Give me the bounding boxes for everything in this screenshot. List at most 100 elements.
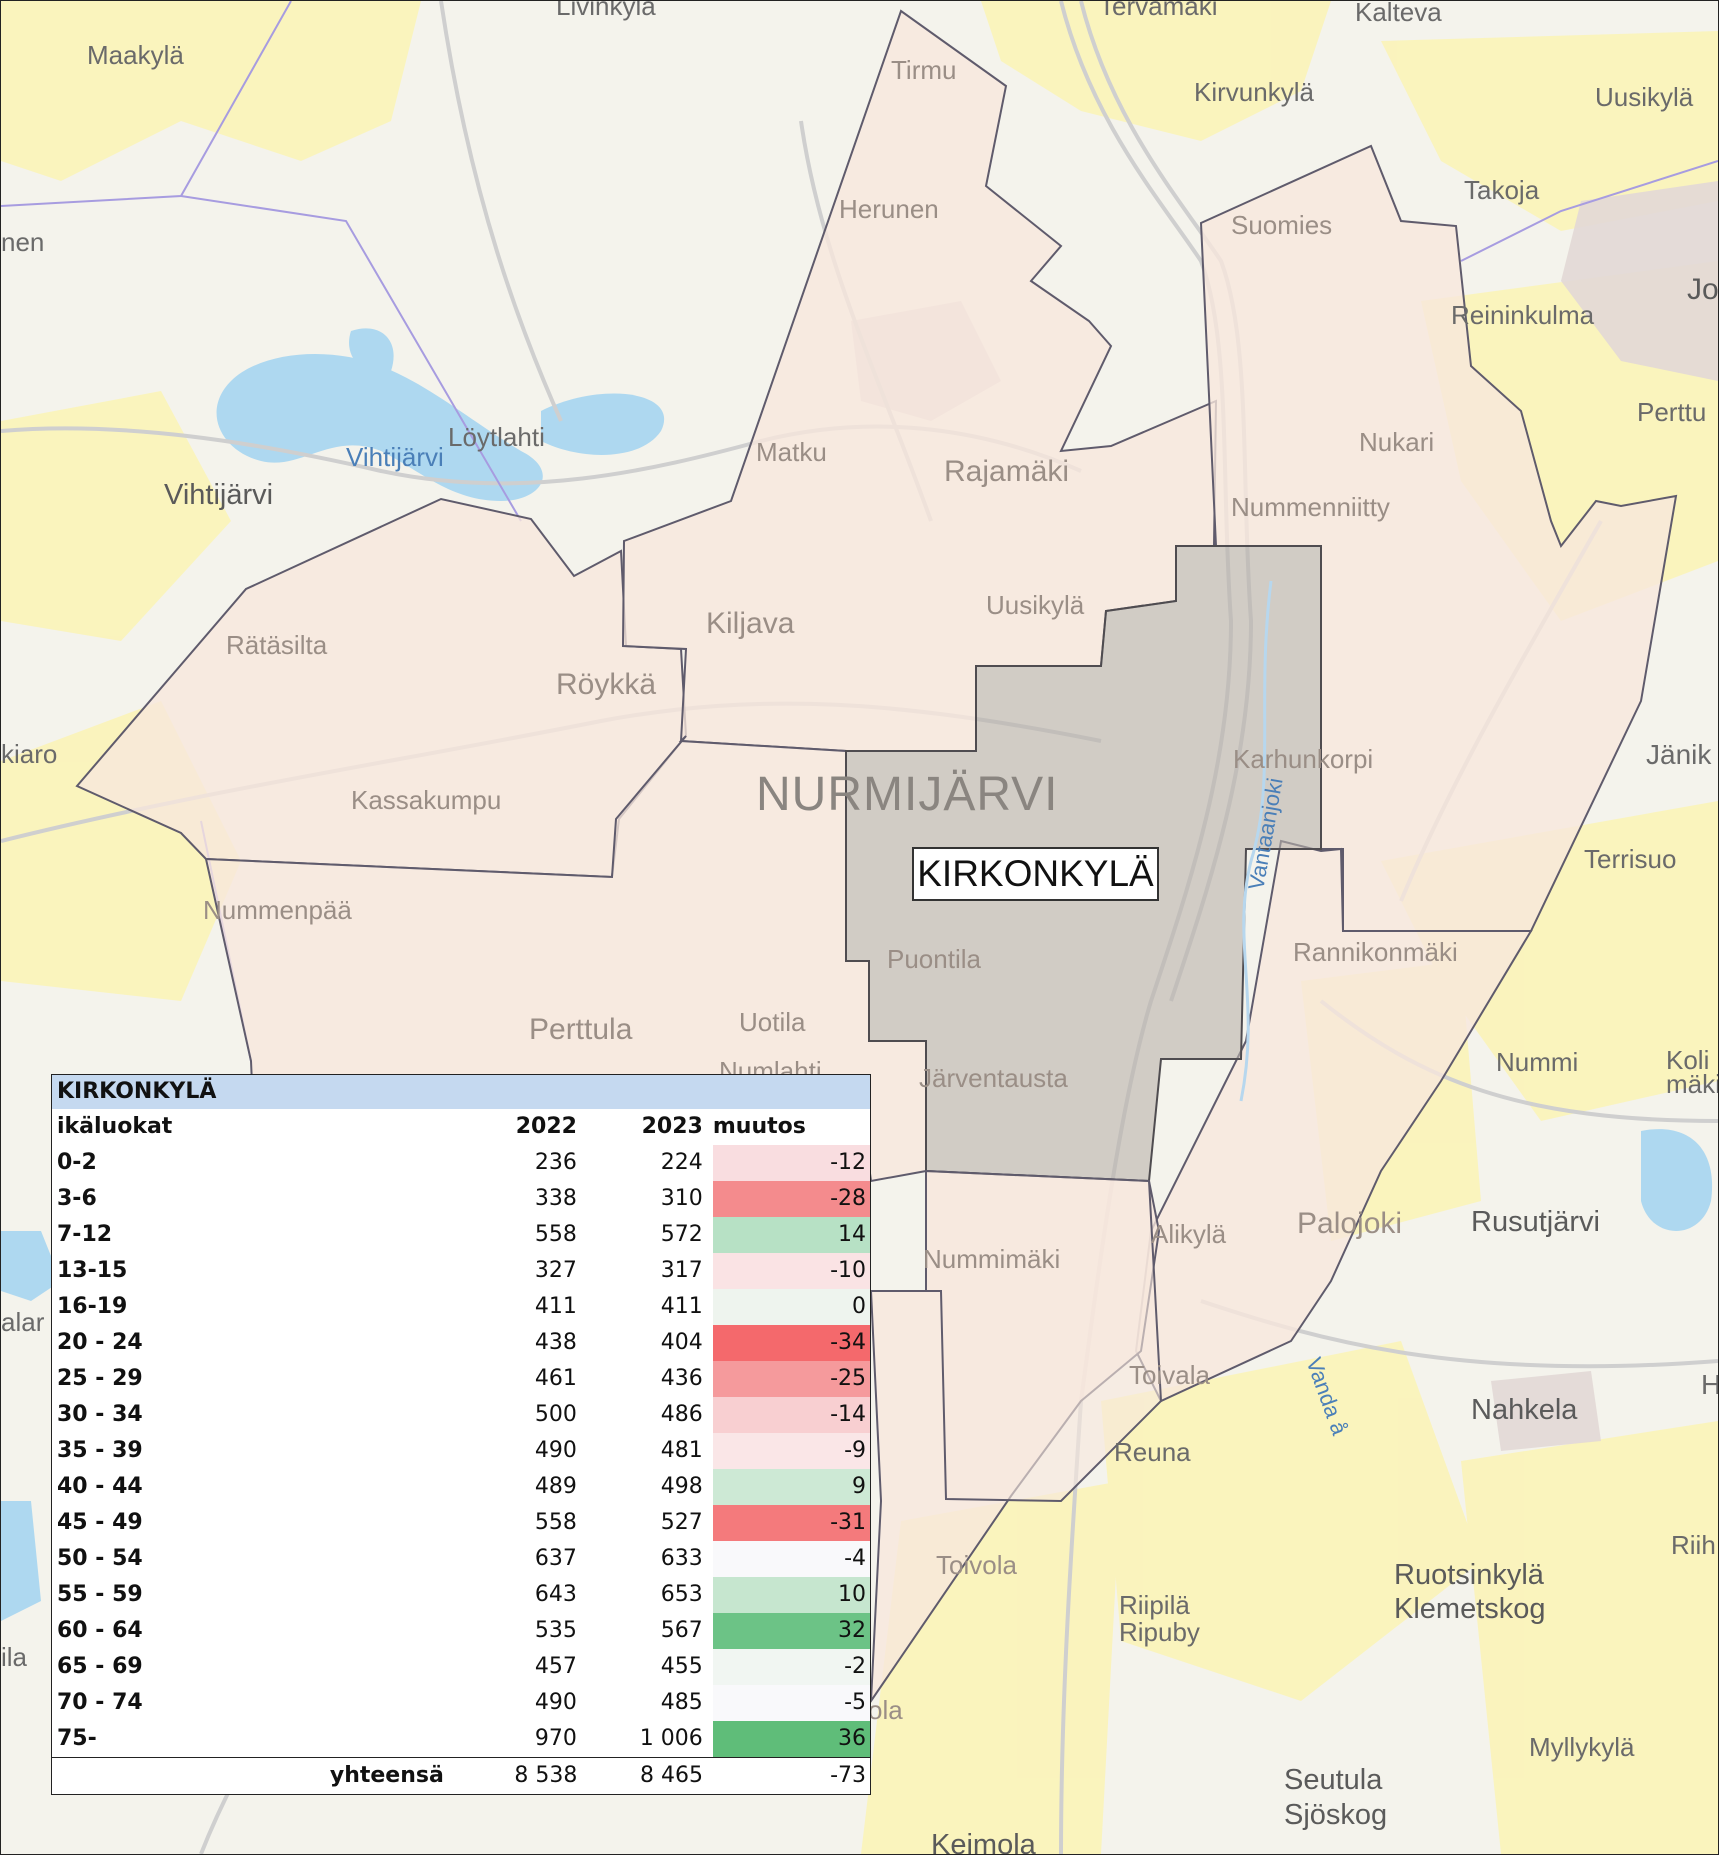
cell-2023: 485 bbox=[660, 1690, 703, 1715]
place-vihtijarvi: Vihtijärvi bbox=[164, 479, 273, 511]
cell-2023: 310 bbox=[660, 1186, 703, 1211]
table-body: 0-2 236 224 -12 3-6 338 310 -28 7-12 558 572 14 13-1… bbox=[52, 1145, 870, 1757]
cell-2022: 490 bbox=[534, 1438, 577, 1463]
cell-2022: 457 bbox=[534, 1654, 577, 1679]
place-jarventausta: Järventausta bbox=[919, 1063, 1068, 1093]
place-ripuby: Ripuby bbox=[1119, 1617, 1200, 1647]
place-perttu: Perttu bbox=[1637, 397, 1706, 427]
table-row: 55 - 59 643 653 10 bbox=[52, 1577, 870, 1613]
place-myllykyla: Myllykylä bbox=[1529, 1732, 1635, 1762]
place-janik: Jänik bbox=[1646, 739, 1712, 770]
place-sjoskog: Sjöskog bbox=[1284, 1799, 1387, 1831]
place-puontila: Puontila bbox=[887, 944, 981, 974]
cell-change: -25 bbox=[712, 1361, 870, 1397]
cell-age-group: 13-15 bbox=[57, 1258, 128, 1283]
cell-2022: 558 bbox=[534, 1510, 577, 1535]
cell-change: 14 bbox=[712, 1217, 870, 1253]
cell-change: 0 bbox=[712, 1289, 870, 1325]
header-age-group: ikäluokat bbox=[57, 1114, 173, 1139]
place-roykka: Röykkä bbox=[556, 668, 656, 701]
table-row: 60 - 64 535 567 32 bbox=[52, 1613, 870, 1649]
cell-change: 10 bbox=[712, 1577, 870, 1613]
place-riih: Riih bbox=[1671, 1530, 1716, 1560]
total-2023: 8 465 bbox=[640, 1763, 703, 1788]
cell-2023: 653 bbox=[660, 1582, 703, 1607]
table-row: 20 - 24 438 404 -34 bbox=[52, 1325, 870, 1361]
table-row: 65 - 69 457 455 -2 bbox=[52, 1649, 870, 1685]
table-row: 16-19 411 411 0 bbox=[52, 1289, 870, 1325]
place-riipila: Riipilä bbox=[1119, 1590, 1190, 1620]
total-label: yhteensä bbox=[329, 1763, 444, 1788]
cell-change: -4 bbox=[712, 1541, 870, 1577]
place-nummenpaa: Nummenpää bbox=[203, 895, 352, 925]
place-kassakumpu: Kassakumpu bbox=[351, 785, 501, 815]
municipality-label: NURMIJÄRVI bbox=[756, 768, 1058, 821]
place-h: H bbox=[1701, 1369, 1718, 1400]
cell-2023: 567 bbox=[660, 1618, 703, 1643]
cell-age-group: 65 - 69 bbox=[57, 1654, 143, 1679]
header-2023: 2023 bbox=[641, 1114, 703, 1139]
cell-2023: 486 bbox=[660, 1402, 703, 1427]
place-kirvunkyla: Kirvunkylä bbox=[1194, 77, 1314, 107]
place-karhunkorpi: Karhunkorpi bbox=[1233, 744, 1373, 774]
place-jo: Jo bbox=[1687, 273, 1718, 306]
area-label: KIRKONKYLÄ bbox=[912, 847, 1159, 901]
cell-change: 36 bbox=[712, 1721, 870, 1757]
place-rajamaki: Rajamäki bbox=[944, 455, 1069, 488]
cell-2022: 438 bbox=[534, 1330, 577, 1355]
cell-2023: 498 bbox=[660, 1474, 703, 1499]
cell-age-group: 3-6 bbox=[57, 1186, 97, 1211]
cell-change: -2 bbox=[712, 1649, 870, 1685]
table-row: 13-15 327 317 -10 bbox=[52, 1253, 870, 1289]
cell-change: -9 bbox=[712, 1433, 870, 1469]
place-maki: mäki bbox=[1666, 1069, 1718, 1099]
place-tervamaki: Tervamäki bbox=[1099, 1, 1217, 21]
cell-age-group: 40 - 44 bbox=[57, 1474, 143, 1499]
table-row: 35 - 39 490 481 -9 bbox=[52, 1433, 870, 1469]
place-matku: Matku bbox=[756, 437, 827, 467]
place-nummi: Nummi bbox=[1496, 1047, 1578, 1077]
cell-change: -5 bbox=[712, 1685, 870, 1721]
table-title: KIRKONKYLÄ bbox=[52, 1075, 870, 1109]
place-keimola: Keimola bbox=[931, 1829, 1037, 1854]
place-livinkyla: Livinkylä bbox=[556, 1, 656, 21]
cell-age-group: 16-19 bbox=[57, 1294, 128, 1319]
table-row: 3-6 338 310 -28 bbox=[52, 1181, 870, 1217]
place-uusikyla: Uusikylä bbox=[986, 590, 1085, 620]
cell-2023: 317 bbox=[660, 1258, 703, 1283]
cell-age-group: 60 - 64 bbox=[57, 1618, 143, 1643]
cell-age-group: 7-12 bbox=[57, 1222, 113, 1247]
place-maakyla: Maakylä bbox=[87, 40, 184, 70]
place-reuna: Reuna bbox=[1114, 1437, 1191, 1467]
header-change: muutos bbox=[712, 1114, 806, 1139]
place-ruotsinkyla: Ruotsinkylä bbox=[1394, 1559, 1545, 1591]
place-suomies: Suomies bbox=[1231, 210, 1332, 240]
cell-change: -34 bbox=[712, 1325, 870, 1361]
place-kiaro: kiaro bbox=[1, 739, 57, 769]
place-palojoki: Palojoki bbox=[1297, 1207, 1402, 1240]
place-terrisuo: Terrisuo bbox=[1584, 844, 1676, 874]
place-herunen: Herunen bbox=[839, 194, 939, 224]
table-row: 40 - 44 489 498 9 bbox=[52, 1469, 870, 1505]
cell-age-group: 75- bbox=[57, 1726, 97, 1751]
table-row: 45 - 49 558 527 -31 bbox=[52, 1505, 870, 1541]
cell-2023: 527 bbox=[660, 1510, 703, 1535]
table-total-row: yhteensä 8 538 8 465 -73 bbox=[52, 1757, 870, 1794]
cell-2022: 643 bbox=[534, 1582, 577, 1607]
place-toivala: Toivala bbox=[1129, 1360, 1210, 1390]
place-nen: nen bbox=[1, 227, 44, 257]
place-reininkulma: Reininkulma bbox=[1451, 300, 1595, 330]
place-ola: ola bbox=[868, 1695, 903, 1725]
place-kiljava: Kiljava bbox=[706, 607, 795, 640]
cell-2023: 481 bbox=[660, 1438, 703, 1463]
cell-2022: 327 bbox=[534, 1258, 577, 1283]
table-row: 75- 970 1 006 36 bbox=[52, 1721, 870, 1757]
cell-2022: 637 bbox=[534, 1546, 577, 1571]
cell-2022: 490 bbox=[534, 1690, 577, 1715]
cell-2023: 411 bbox=[660, 1294, 703, 1319]
header-2022: 2022 bbox=[515, 1114, 577, 1139]
cell-age-group: 50 - 54 bbox=[57, 1546, 143, 1571]
cell-change: -31 bbox=[712, 1505, 870, 1541]
cell-change: -14 bbox=[712, 1397, 870, 1433]
map-frame: Livinkylä Tervamäki Kalteva Maakylä Kirv… bbox=[0, 0, 1719, 1855]
